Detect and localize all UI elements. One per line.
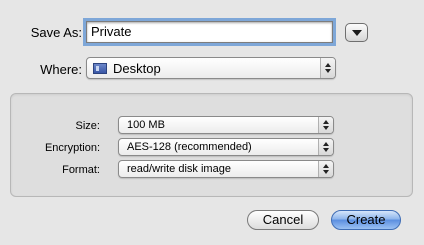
encryption-label: Encryption: — [44, 142, 100, 154]
expand-dialog-button[interactable] — [345, 23, 368, 42]
format-selected: read/write disk image — [127, 163, 231, 175]
save-as-field[interactable]: Private — [86, 21, 333, 43]
where-label: Where: — [40, 62, 82, 77]
size-label: Size: — [75, 120, 100, 132]
where-selected: Desktop — [113, 61, 161, 76]
where-popup[interactable]: Desktop — [86, 57, 336, 79]
encryption-selected: AES-128 (recommended) — [127, 141, 252, 153]
popup-arrows-icon — [318, 117, 333, 133]
save-as-label: Save As: — [30, 25, 82, 40]
format-popup[interactable]: read/write disk image — [118, 160, 334, 178]
popup-arrows-icon — [318, 139, 333, 155]
popup-arrows-icon — [318, 161, 333, 177]
size-popup[interactable]: 100 MB — [118, 116, 334, 134]
format-label: Format: — [62, 164, 100, 176]
chevron-down-icon — [352, 30, 362, 36]
popup-arrows-icon — [320, 58, 335, 78]
create-button[interactable]: Create — [331, 210, 401, 230]
cancel-button[interactable]: Cancel — [247, 210, 319, 230]
desktop-folder-icon — [93, 63, 107, 74]
size-selected: 100 MB — [127, 119, 165, 131]
encryption-popup[interactable]: AES-128 (recommended) — [118, 138, 334, 156]
